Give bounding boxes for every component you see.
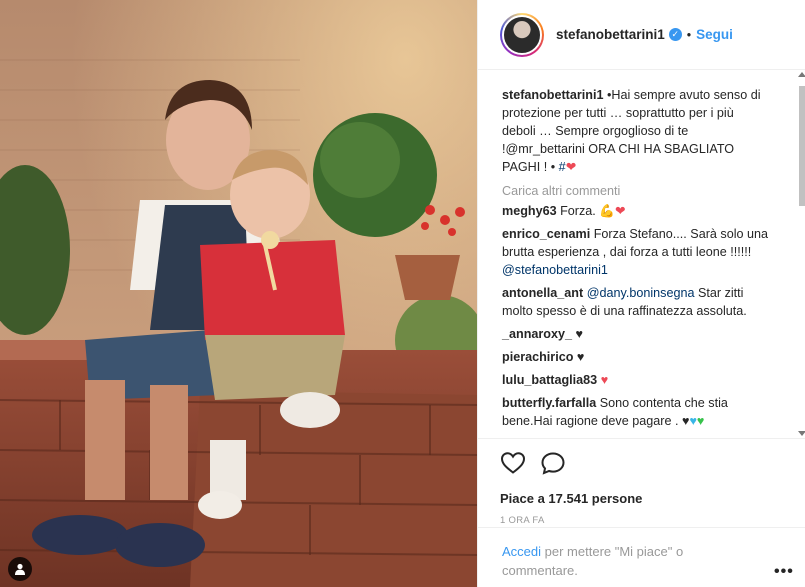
comment-item: meghy63 Forza. 💪❤ — [502, 202, 770, 220]
login-message: Accedi per mettere "Mi piace" o commenta… — [502, 542, 722, 580]
avatar[interactable] — [500, 12, 544, 57]
comment-username[interactable]: lulu_battaglia83 — [502, 373, 597, 387]
blue-heart-emoji: ♥ — [689, 414, 697, 428]
caption-username[interactable]: stefanobettarini1 — [502, 88, 603, 102]
red-heart-emoji: ❤ — [565, 160, 577, 174]
comment-item: antonella_ant @dany.boninsegna Star zitt… — [502, 284, 770, 320]
comment-username[interactable]: butterfly.farfalla — [502, 396, 596, 410]
post-actions: Piace a 17.541 persone 1 ORA FA — [478, 438, 805, 526]
comment-emoji: ♥ — [600, 373, 609, 387]
comments-scrollbar[interactable] — [798, 72, 805, 436]
comment-item: enrico_cenami Forza Stefano.... Sarà sol… — [502, 225, 770, 279]
login-prompt: Accedi per mettere "Mi piace" o commenta… — [478, 527, 805, 580]
comments-list[interactable]: stefanobettarini1 •Hai sempre avuto sens… — [478, 70, 794, 438]
more-options-button[interactable]: ••• — [774, 563, 794, 581]
comment-username[interactable]: _annaroxy_ — [502, 327, 572, 341]
post-photo[interactable] — [0, 0, 477, 587]
photo-illustration — [0, 0, 477, 587]
user-tag-button[interactable] — [8, 557, 32, 581]
caption-hashtag[interactable]: # — [559, 160, 566, 174]
header-separator: • — [686, 27, 692, 42]
avatar-image — [502, 14, 542, 55]
comment-item: lulu_battaglia83 ♥ — [502, 371, 770, 389]
comment-username[interactable]: antonella_ant — [502, 286, 583, 300]
scroll-down-arrow-icon[interactable] — [798, 431, 805, 436]
likes-count[interactable]: Piace a 17.541 persone — [500, 491, 805, 506]
green-heart-emoji: ♥ — [696, 414, 705, 428]
action-icons — [500, 449, 805, 477]
comment-item: pierachirico ♥ — [502, 348, 770, 366]
login-link[interactable]: Accedi — [502, 544, 541, 559]
comment-emoji: 💪❤ — [599, 204, 626, 218]
header-username[interactable]: stefanobettarini1 — [556, 27, 665, 42]
comment-emoji: ♥ — [576, 350, 585, 364]
scroll-up-arrow-icon[interactable] — [798, 72, 805, 77]
caption: stefanobettarini1 •Hai sempre avuto sens… — [502, 86, 770, 176]
post-timestamp[interactable]: 1 ORA FA — [500, 515, 805, 526]
comment-item: butterfly.farfalla Sono contenta che sti… — [502, 394, 770, 430]
post-header: stefanobettarini1 ✓ • Segui — [478, 0, 805, 70]
scroll-thumb[interactable] — [799, 86, 805, 206]
comment-mention[interactable]: @dany.boninsegna — [587, 286, 695, 300]
instagram-post: stefanobettarini1 ✓ • Segui stefanobetta… — [0, 0, 805, 587]
speech-bubble-icon[interactable] — [540, 451, 566, 475]
comment-item: _annaroxy_ ♥ — [502, 325, 770, 343]
comment-text: Forza. — [560, 204, 596, 218]
comment-username[interactable]: pierachirico — [502, 350, 573, 364]
heart-outline-icon[interactable] — [500, 451, 526, 475]
comment-mention[interactable]: @stefanobettarini1 — [502, 263, 608, 277]
comment-username[interactable]: meghy63 — [502, 204, 557, 218]
user-tag-icon — [15, 563, 25, 575]
follow-button[interactable]: Segui — [696, 27, 733, 42]
load-more-comments[interactable]: Carica altri commenti — [502, 184, 794, 198]
verified-badge-icon: ✓ — [668, 28, 682, 41]
post-side-panel: stefanobettarini1 ✓ • Segui stefanobetta… — [477, 0, 805, 587]
comment-username[interactable]: enrico_cenami — [502, 227, 590, 241]
comment-emoji: ♥ — [575, 327, 583, 341]
